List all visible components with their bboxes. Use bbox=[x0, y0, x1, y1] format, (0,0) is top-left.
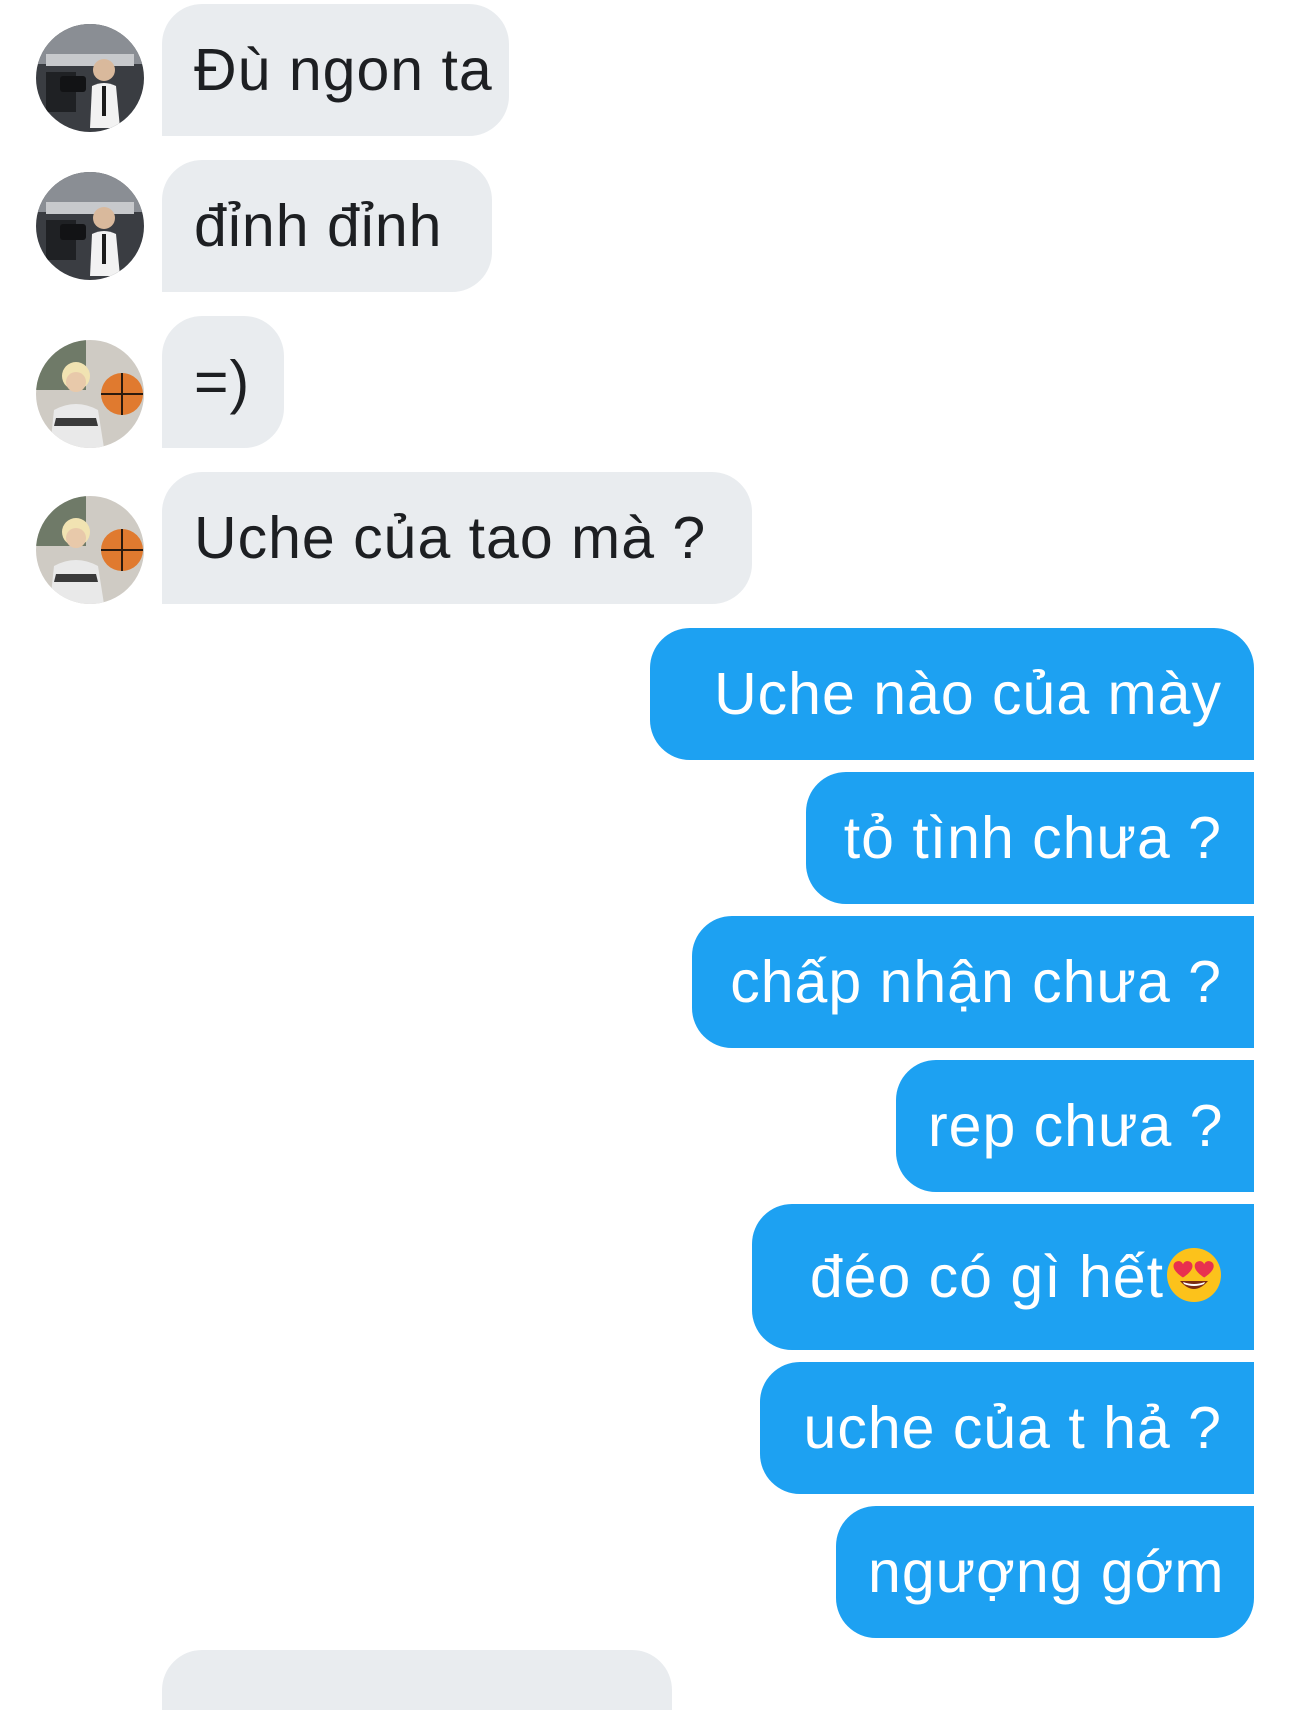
incoming-message-bubble[interactable]: Uche của tao mà ? bbox=[162, 472, 752, 604]
outgoing-message-bubble[interactable]: tỏ tình chưa ? bbox=[806, 772, 1254, 904]
avatar-person-basketball[interactable] bbox=[36, 340, 144, 448]
message-text: Đù ngon ta bbox=[194, 37, 493, 103]
incoming-message-bubble[interactable]: =) bbox=[162, 316, 284, 448]
message-text: =) bbox=[194, 349, 251, 415]
message-text: đỉnh đỉnh bbox=[194, 193, 443, 259]
incoming-message-bubble[interactable]: Đù ngon ta bbox=[162, 4, 509, 136]
message-text: uche của t hả ? bbox=[803, 1395, 1222, 1461]
message-text: ngượng gớm bbox=[868, 1539, 1225, 1605]
message-text: rep chưa ? bbox=[928, 1093, 1224, 1159]
outgoing-message-bubble[interactable]: ngượng gớm bbox=[836, 1506, 1254, 1638]
incoming-message-bubble-partial[interactable] bbox=[162, 1650, 672, 1710]
message-text: chấp nhận chưa ? bbox=[730, 949, 1222, 1015]
heart-eyes-emoji bbox=[1166, 1247, 1222, 1303]
incoming-message-bubble[interactable]: đỉnh đỉnh bbox=[162, 160, 492, 292]
message-text: tỏ tình chưa ? bbox=[843, 805, 1222, 871]
outgoing-message-bubble[interactable]: Uche nào của mày bbox=[650, 628, 1254, 760]
outgoing-message-bubble[interactable]: uche của t hả ? bbox=[760, 1362, 1254, 1494]
message-text: Uche của tao mà ? bbox=[194, 505, 707, 571]
outgoing-message-bubble[interactable]: đéo có gì hết bbox=[752, 1204, 1254, 1350]
conversation-thread: Đù ngon ta đỉnh đỉnh =) Uche của tao mà … bbox=[0, 0, 1290, 1710]
outgoing-message-bubble[interactable]: chấp nhận chưa ? bbox=[692, 916, 1254, 1048]
avatar-person-basketball[interactable] bbox=[36, 496, 144, 604]
outgoing-message-bubble[interactable]: rep chưa ? bbox=[896, 1060, 1254, 1192]
message-text: Uche nào của mày bbox=[714, 661, 1222, 727]
message-text: đéo có gì hết bbox=[809, 1244, 1164, 1310]
avatar-person-camera[interactable] bbox=[36, 172, 144, 280]
avatar-person-camera[interactable] bbox=[36, 24, 144, 132]
